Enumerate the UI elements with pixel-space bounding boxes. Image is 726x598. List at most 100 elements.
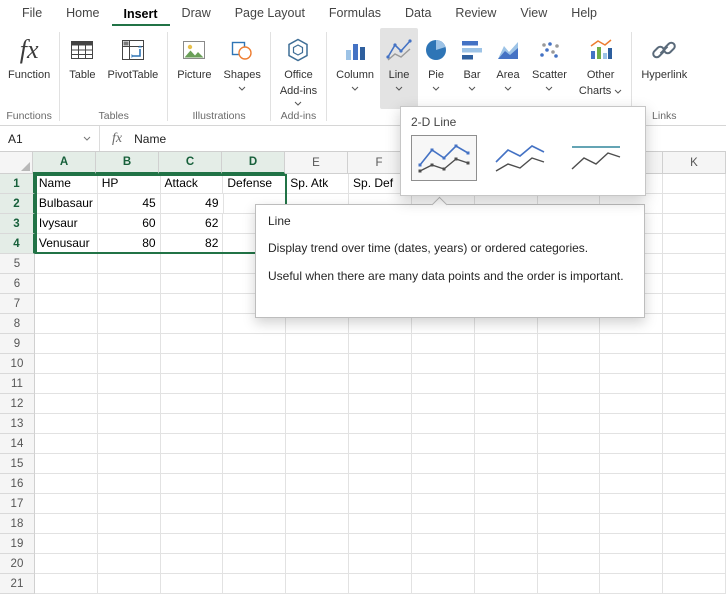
cell-C21[interactable] [160,574,224,594]
cell-B8[interactable] [97,314,161,334]
cell-K10[interactable] [663,354,726,374]
cell-G18[interactable] [411,514,475,534]
cell-G10[interactable] [411,354,475,374]
cell-I15[interactable] [537,454,601,474]
cell-I10[interactable] [537,354,601,374]
cell-K19[interactable] [663,534,726,554]
cell-B7[interactable] [97,294,161,314]
option-stacked-line[interactable] [487,135,553,181]
cell-B21[interactable] [97,574,161,594]
cell-D21[interactable] [223,574,287,594]
cell-H15[interactable] [474,454,538,474]
cell-F20[interactable] [349,554,412,574]
cell-J12[interactable] [600,394,664,414]
select-all-corner[interactable] [0,152,33,174]
cell-C15[interactable] [160,454,224,474]
cell-J13[interactable] [600,414,664,434]
cell-B14[interactable] [97,434,161,454]
row-header-4[interactable]: 4 [0,234,35,254]
cell-C14[interactable] [160,434,224,454]
cell-C6[interactable] [160,274,224,294]
cell-K21[interactable] [663,574,726,594]
cell-B13[interactable] [97,414,161,434]
formula-input[interactable]: Name [134,132,166,146]
cell-I17[interactable] [537,494,601,514]
cell-C1[interactable]: Attack [160,174,224,194]
cell-A18[interactable] [34,514,98,534]
picture-button[interactable]: Picture [171,28,217,109]
cell-E17[interactable] [286,494,350,514]
cell-J19[interactable] [600,534,664,554]
cell-K17[interactable] [663,494,726,514]
cell-A16[interactable] [34,474,98,494]
cell-J16[interactable] [600,474,664,494]
cell-A20[interactable] [34,554,98,574]
column-chart-button[interactable]: Column [330,28,380,109]
cell-F21[interactable] [349,574,412,594]
cell-E20[interactable] [286,554,350,574]
cell-F9[interactable] [349,334,412,354]
cell-B11[interactable] [97,374,161,394]
cell-C11[interactable] [160,374,224,394]
cell-H11[interactable] [474,374,538,394]
cell-I18[interactable] [537,514,601,534]
row-header-16[interactable]: 16 [0,474,35,494]
cell-D12[interactable] [223,394,287,414]
function-button[interactable]: fx Function [2,28,56,109]
cell-K13[interactable] [663,414,726,434]
cell-H9[interactable] [474,334,538,354]
cell-K18[interactable] [663,514,726,534]
cell-A13[interactable] [34,414,98,434]
cell-G11[interactable] [411,374,475,394]
cell-K12[interactable] [663,394,726,414]
cell-E1[interactable]: Sp. Atk [286,174,350,194]
cell-J9[interactable] [600,334,664,354]
other-charts-button[interactable]: Other Charts [573,28,628,109]
cell-E10[interactable] [286,354,350,374]
row-header-15[interactable]: 15 [0,454,35,474]
column-header-A[interactable]: A [33,152,96,174]
cell-G13[interactable] [411,414,475,434]
row-header-12[interactable]: 12 [0,394,35,414]
cell-D20[interactable] [223,554,287,574]
cell-K7[interactable] [663,294,726,314]
column-header-C[interactable]: C [159,152,222,174]
cell-B10[interactable] [97,354,161,374]
cell-J15[interactable] [600,454,664,474]
cell-K8[interactable] [663,314,726,334]
column-header-K[interactable]: K [663,152,726,174]
cell-H21[interactable] [474,574,538,594]
cell-A4[interactable]: Venusaur [34,234,98,254]
cell-G16[interactable] [411,474,475,494]
cell-B5[interactable] [97,254,161,274]
cell-H16[interactable] [474,474,538,494]
cell-F14[interactable] [349,434,412,454]
cell-K6[interactable] [663,274,726,294]
row-header-20[interactable]: 20 [0,554,35,574]
cell-B17[interactable] [97,494,161,514]
line-chart-button[interactable]: Line [380,28,419,109]
cell-A3[interactable]: Ivysaur [34,214,98,234]
row-header-21[interactable]: 21 [0,574,35,594]
row-header-7[interactable]: 7 [0,294,35,314]
cell-J10[interactable] [600,354,664,374]
cell-A1[interactable]: Name [34,174,98,194]
cell-A5[interactable] [34,254,98,274]
cell-K2[interactable] [663,194,726,214]
cell-E9[interactable] [286,334,350,354]
cell-F12[interactable] [349,394,412,414]
cell-A14[interactable] [34,434,98,454]
cell-K16[interactable] [663,474,726,494]
cell-C8[interactable] [160,314,224,334]
cell-F17[interactable] [349,494,412,514]
cell-I16[interactable] [537,474,601,494]
cell-E15[interactable] [286,454,350,474]
cell-E16[interactable] [286,474,350,494]
cell-K15[interactable] [663,454,726,474]
cell-A17[interactable] [34,494,98,514]
cell-K1[interactable] [663,174,726,194]
cell-D11[interactable] [223,374,287,394]
cell-B6[interactable] [97,274,161,294]
cell-C17[interactable] [160,494,224,514]
fx-icon[interactable]: fx [100,131,134,147]
